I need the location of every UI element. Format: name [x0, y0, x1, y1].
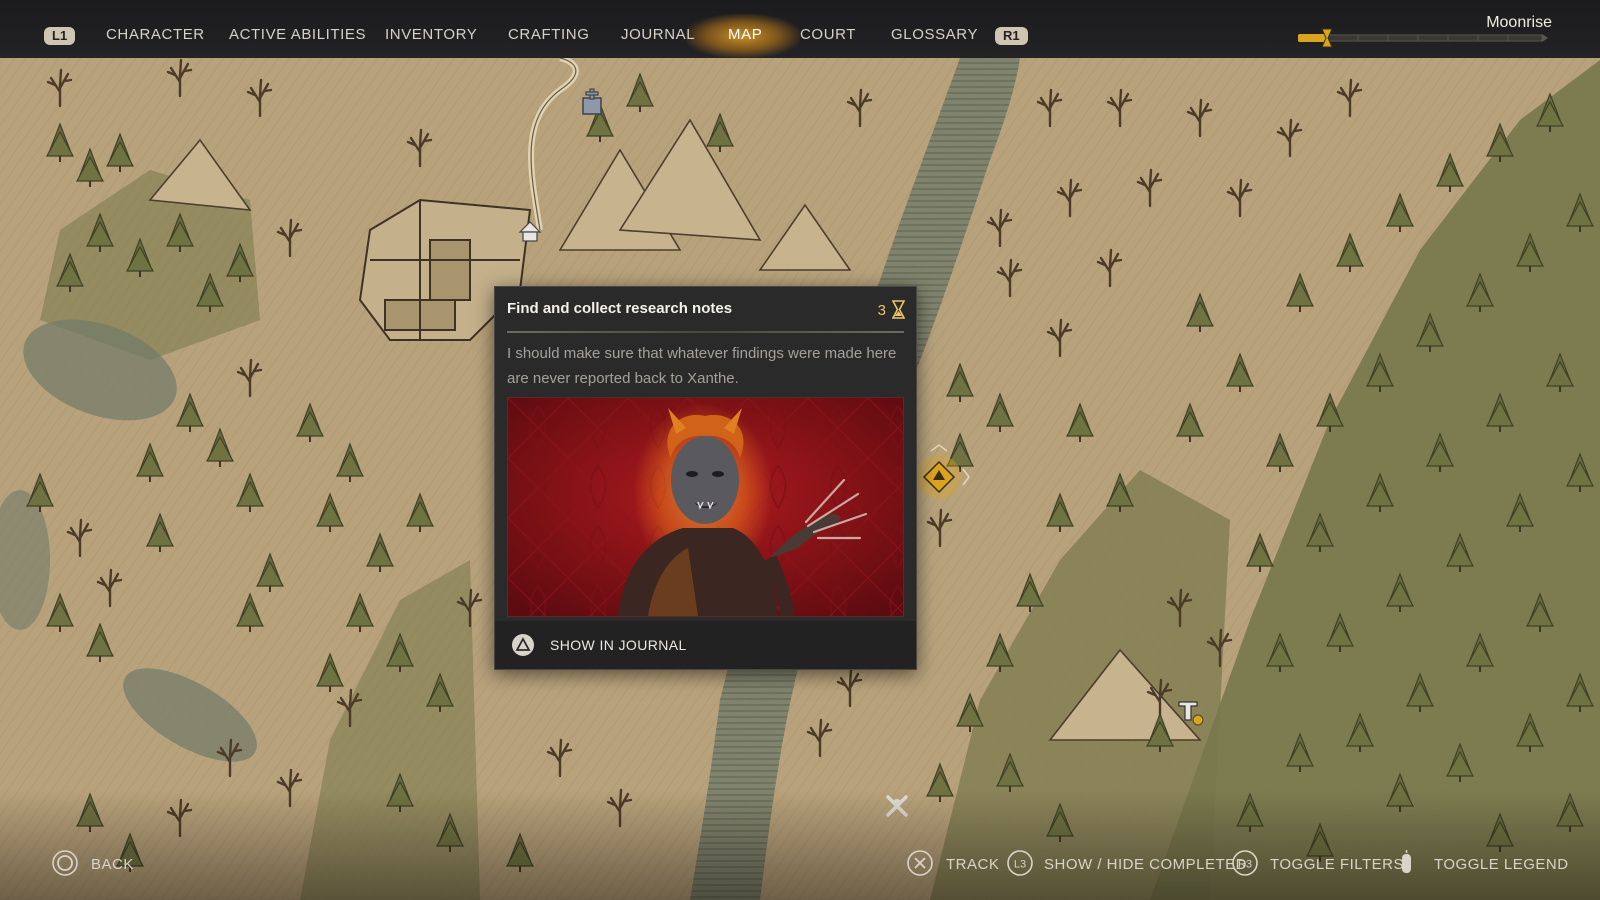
show-hide-completed-hint[interactable]: SHOW / HIDE COMPLETED [1044, 856, 1247, 873]
triangle-button-icon[interactable] [511, 633, 535, 657]
card-footer: SHOW IN JOURNAL [495, 621, 916, 669]
toggle-filters-hint[interactable]: TOGGLE FILTERS [1270, 856, 1404, 873]
moon-icon [1282, 30, 1289, 44]
tab-crafting[interactable]: CRAFTING [508, 26, 589, 43]
quest-description: I should make sure that whatever finding… [507, 345, 897, 387]
tab-character[interactable]: CHARACTER [106, 26, 205, 43]
cross-button-icon[interactable] [907, 850, 933, 876]
tab-inventory[interactable]: INVENTORY [385, 26, 477, 43]
quest-tooltip-card: Find and collect research notes 3 I shou… [494, 286, 917, 670]
quest-count: 3 [877, 302, 886, 319]
toggle-legend-hint[interactable]: TOGGLE LEGEND [1434, 856, 1569, 873]
l3-button-icon[interactable]: L3 [1007, 850, 1033, 876]
back-hint[interactable]: BACK [91, 856, 134, 873]
r1-button-icon[interactable]: R1 [995, 27, 1028, 45]
svg-text:R3: R3 [1238, 859, 1252, 871]
tab-journal[interactable]: JOURNAL [621, 26, 695, 43]
r3-button-icon[interactable]: R3 [1232, 850, 1258, 876]
tab-active-abilities[interactable]: ACTIVE ABILITIES [229, 26, 366, 43]
show-in-journal-button[interactable]: SHOW IN JOURNAL [550, 637, 687, 653]
hourglass-time-marker-icon [1321, 28, 1333, 48]
quest-title: Find and collect research notes [507, 300, 733, 317]
time-of-day-track [1298, 34, 1548, 42]
touchpad-icon[interactable] [1396, 850, 1416, 876]
quest-illustration [507, 397, 904, 617]
card-divider [507, 331, 904, 333]
hourglass-icon [892, 300, 905, 319]
l1-button-icon[interactable]: L1 [44, 27, 76, 45]
time-of-day-label: Moonrise [1486, 14, 1552, 31]
grave-marker-icon[interactable] [582, 88, 602, 115]
svg-text:L3: L3 [1014, 859, 1026, 871]
track-hint[interactable]: TRACK [946, 856, 999, 873]
tab-court[interactable]: COURT [800, 26, 856, 43]
circle-button-icon[interactable] [52, 850, 78, 876]
bottom-vignette [0, 790, 1600, 900]
tab-glossary[interactable]: GLOSSARY [891, 26, 978, 43]
tab-map[interactable]: MAP [728, 26, 762, 43]
